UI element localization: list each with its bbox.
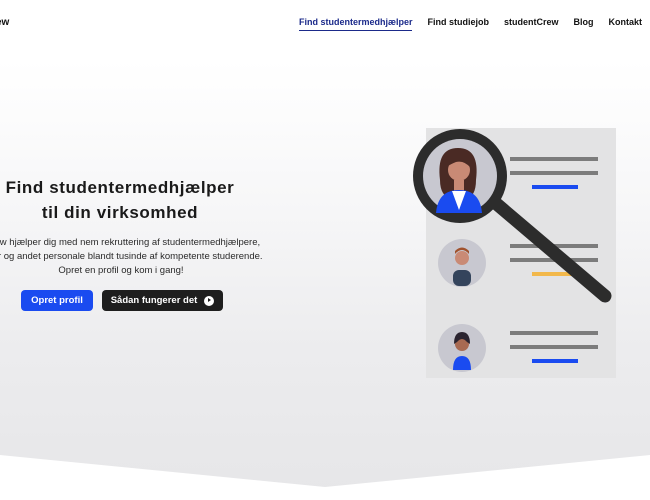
hero-description: tCrew hjælper dig med nem rekruttering a… — [0, 236, 284, 278]
hero-text-line-2: anter og andet personale blandt tusinde … — [0, 251, 263, 262]
text-line — [510, 345, 598, 349]
create-profile-button-label: Opret profil — [31, 295, 83, 306]
hero-text-line-1: tCrew hjælper dig med nem rekruttering a… — [0, 237, 261, 248]
highlight-line — [532, 185, 578, 189]
nav-item-blog[interactable]: Blog — [574, 17, 594, 31]
create-profile-button[interactable]: Opret profil — [21, 290, 93, 311]
text-line — [510, 171, 598, 175]
logo[interactable]: ew — [0, 17, 9, 28]
how-it-works-button-label: Sådan fungerer det — [110, 295, 198, 306]
hero-title-line-1: Find studentermedhjælper — [5, 178, 235, 197]
nav-item-kontakt[interactable]: Kontakt — [609, 17, 643, 31]
nav-item-studentcrew[interactable]: studentCrew — [504, 17, 559, 31]
text-line — [510, 331, 598, 335]
hero-text-line-3: Opret en profil og kom i gang! — [58, 265, 184, 276]
magnifier-search-profiles-illustration — [413, 128, 616, 378]
how-it-works-button[interactable]: Sådan fungerer det — [102, 290, 223, 311]
highlight-line — [532, 359, 578, 363]
top-navigation: ew Find studentermedhjælper Find studiej… — [0, 0, 650, 48]
hero-title: Find studentermedhjælper til din virksom… — [0, 175, 270, 225]
nav-item-find-studiejob[interactable]: Find studiejob — [427, 17, 489, 31]
hero-title-line-2: til din virksomhed — [41, 203, 199, 222]
text-line — [510, 157, 598, 161]
main-menu: Find studentermedhjælper Find studiejob … — [298, 17, 643, 31]
play-circle-icon — [204, 295, 215, 306]
bottom-divider-shape — [0, 455, 650, 500]
nav-item-find-studentermedhjaelper[interactable]: Find studentermedhjælper — [298, 17, 413, 31]
